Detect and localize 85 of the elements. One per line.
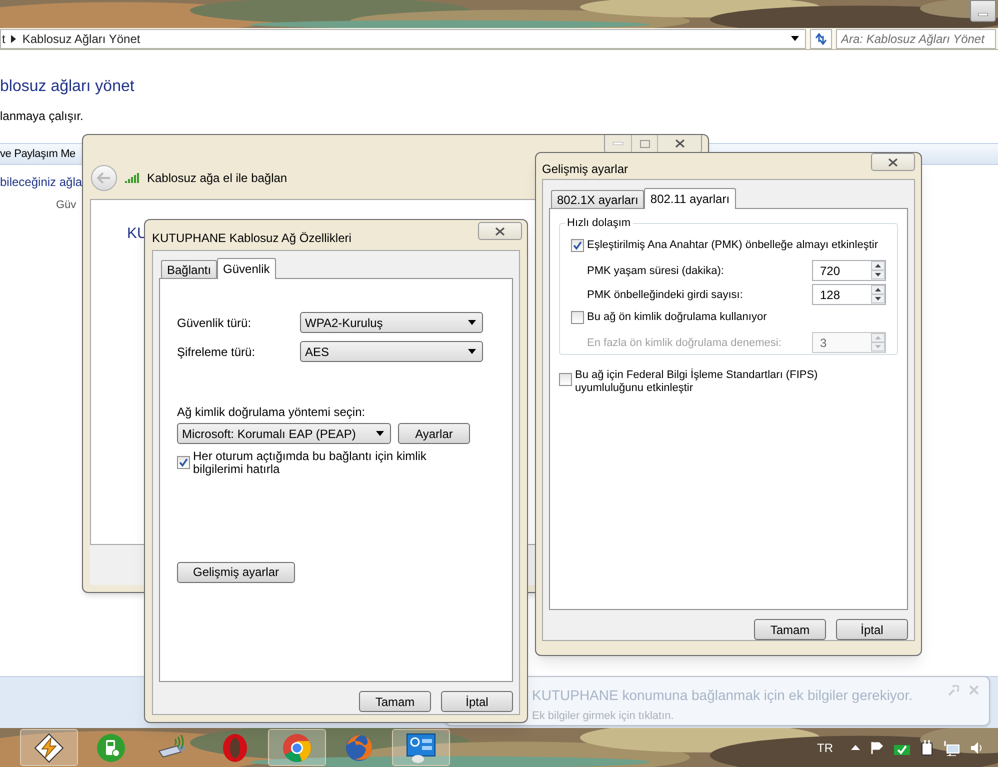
checkbox[interactable] [571, 238, 584, 252]
speaker-icon[interactable] [970, 740, 984, 754]
refresh-icon [814, 32, 828, 44]
checkbox-label: Bu ağ için Federal Bilgi İşleme Standartları (FIPS) uyumluluğunu etkinleştir [575, 369, 819, 396]
chevron-right-icon [11, 34, 16, 42]
field-label: En fazla ön kimlik doğrulama denemesi: [587, 336, 782, 351]
dialog-button[interactable]: Tamam [754, 619, 826, 640]
refresh-button[interactable] [810, 28, 832, 48]
taskbar-button[interactable] [392, 729, 450, 766]
dialog-button[interactable]: Gelişmiş ayarlar [177, 562, 295, 582]
tab[interactable]: 802.1X ayarları [551, 190, 644, 208]
check-icon [573, 240, 582, 250]
toolbar-item[interactable]: ve Paylaşım Me [0, 146, 76, 162]
close-button[interactable] [871, 153, 915, 171]
usb-adapter-icon [157, 734, 189, 760]
power-plug-icon[interactable] [920, 740, 934, 756]
window-title: Kablosuz ağa el ile bağlan [147, 170, 288, 187]
caret-icon [468, 349, 476, 354]
tab[interactable]: Güvenlik [217, 258, 276, 279]
field-value: 3 [819, 334, 827, 352]
lightning-icon [34, 732, 64, 762]
phone-icon [96, 732, 126, 762]
circle-icon [282, 732, 312, 762]
checkbox-label: Her oturum açtığımda bu bağlantı için kimlik bilgilerimi hatırla [193, 450, 428, 476]
page-description: lanmaya çalışır. [0, 108, 84, 125]
panel-icon [405, 732, 437, 764]
tab[interactable]: Bağlantı [161, 260, 218, 278]
maximize-icon [640, 140, 650, 148]
checkbox[interactable] [571, 310, 584, 324]
minimize-icon [978, 13, 988, 16]
check-icon [179, 458, 188, 467]
close-button[interactable] [657, 135, 701, 152]
caret-icon [376, 431, 384, 436]
field-label: Ağ kimlik doğrulama yöntemi seçin: [177, 404, 366, 421]
dialog-button[interactable]: İptal [441, 691, 513, 712]
close-icon [674, 139, 684, 148]
group-title: Hızlı dolaşım [565, 216, 633, 230]
minimize-button[interactable] [970, 0, 996, 22]
taskbar-button[interactable] [20, 729, 78, 766]
minimize-icon [613, 142, 623, 145]
close-icon [888, 158, 898, 166]
network-icon[interactable] [944, 740, 960, 756]
close-button[interactable] [478, 222, 522, 240]
page-heading: blosuz ağları yönet [0, 77, 134, 97]
spin-arrows-icon [871, 333, 885, 352]
tab[interactable]: 802.11 ayarları [644, 188, 736, 210]
dialog-title: Gelişmiş ayarlar [542, 161, 628, 178]
signal-icon [125, 173, 139, 183]
field-label: PMK yaşam süresi (dakika): [587, 264, 724, 279]
network-name[interactable]: bileceğiniz ağla [0, 173, 82, 191]
dialog-button[interactable]: Tamam [359, 691, 431, 712]
arrow-left-icon [97, 172, 111, 184]
checkbox[interactable] [177, 456, 190, 469]
dialog-title: KUTUPHANE Kablosuz Ağ Özellikleri [152, 230, 352, 247]
field-label: PMK önbelleğindeki girdi sayısı: [587, 288, 743, 303]
checkbox-label: Bu ağ ön kimlik doğrulama kullanıyor [587, 310, 767, 326]
breadcrumb-item[interactable]: t [2, 30, 6, 48]
spin-arrows-icon [871, 261, 885, 280]
notification-message: Ek bilgiler girmek için tıklatın. [532, 709, 675, 724]
dialog-button[interactable]: Ayarlar [398, 423, 470, 444]
caret-icon [791, 36, 799, 41]
checkbox-label: Eşleştirilmiş Ana Anahtar (PMK) önbelleğe almayı etkinleştir [587, 238, 878, 254]
language-indicator[interactable]: TR [817, 738, 833, 756]
flag-icon[interactable] [870, 740, 884, 754]
breadcrumb-item[interactable]: Kablosuz Ağları Yönet [22, 30, 140, 48]
field-label: Şifreleme türü: [177, 344, 256, 360]
ring-icon [222, 732, 248, 762]
globe-icon [344, 732, 374, 762]
checkbox[interactable] [559, 373, 572, 386]
network-status: Güv [56, 198, 76, 213]
dropdown[interactable]: WPA2-Kuruluş [300, 312, 483, 333]
field-value: 128 [819, 286, 840, 304]
close-icon [495, 226, 505, 236]
dropdown[interactable]: AES [300, 341, 483, 362]
number-field[interactable]: 720 [812, 260, 886, 282]
dropdown[interactable]: Microsoft: Korumalı EAP (PEAP) [177, 423, 391, 444]
field-value: 720 [819, 262, 840, 280]
address-field[interactable]: t Kablosuz Ağları Yönet [0, 28, 806, 48]
number-field[interactable]: 128 [812, 284, 886, 306]
field-label: Güvenlik türü: [177, 314, 252, 332]
spin-arrows-icon [871, 285, 885, 304]
caret-icon [468, 320, 476, 325]
dialog-button[interactable]: İptal [836, 619, 908, 640]
notification-title: KUTUPHANE konumuna bağlanmak için ek bilgiler gerekiyor. [532, 686, 913, 705]
caret-up-icon[interactable] [851, 745, 860, 750]
